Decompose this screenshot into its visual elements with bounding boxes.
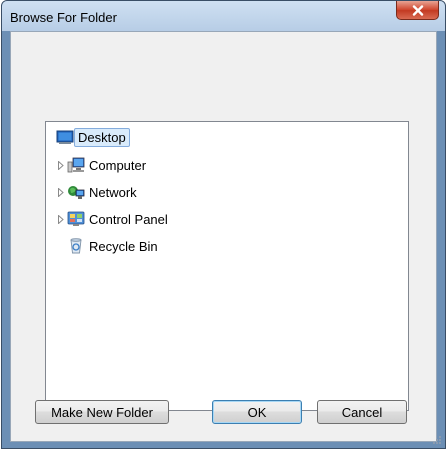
title-bar[interactable]: Browse For Folder: [2, 1, 445, 31]
tree-item-recycle-bin[interactable]: Recycle Bin: [67, 235, 158, 257]
tree-item-label: Network: [89, 184, 137, 200]
tree-item-computer[interactable]: Computer: [56, 154, 146, 176]
dialog-client-area: Desktop Computer Network Control Panel R…: [10, 31, 437, 442]
tree-item-label: Desktop: [74, 127, 130, 147]
window-title: Browse For Folder: [10, 10, 117, 25]
tree-item-control-panel[interactable]: Control Panel: [56, 208, 168, 230]
computer-icon: [67, 156, 85, 174]
tree-item-label: Recycle Bin: [89, 238, 158, 254]
expand-arrow-icon[interactable]: [56, 187, 65, 197]
make-new-folder-button[interactable]: Make New Folder: [35, 400, 169, 424]
desktop-icon: [56, 128, 74, 146]
ok-button[interactable]: OK: [212, 400, 302, 424]
close-button[interactable]: [396, 1, 439, 20]
resize-grip-icon[interactable]: [432, 435, 442, 445]
folder-tree[interactable]: Desktop Computer Network Control Panel R…: [45, 121, 409, 411]
tree-item-label: Computer: [89, 157, 147, 173]
tree-item-network[interactable]: Network: [56, 181, 137, 203]
control-panel-icon: [67, 210, 85, 228]
expand-arrow-icon[interactable]: [56, 214, 65, 224]
expand-arrow-icon[interactable]: [56, 160, 65, 170]
recycle-bin-icon: [67, 237, 85, 255]
browse-for-folder-dialog: Browse For Folder Desktop Computer Netwo…: [1, 0, 446, 449]
tree-item-desktop[interactable]: Desktop: [56, 126, 130, 148]
network-icon: [67, 183, 85, 201]
cancel-button[interactable]: Cancel: [317, 400, 407, 424]
tree-item-label: Control Panel: [89, 211, 168, 227]
close-icon: [412, 4, 423, 16]
